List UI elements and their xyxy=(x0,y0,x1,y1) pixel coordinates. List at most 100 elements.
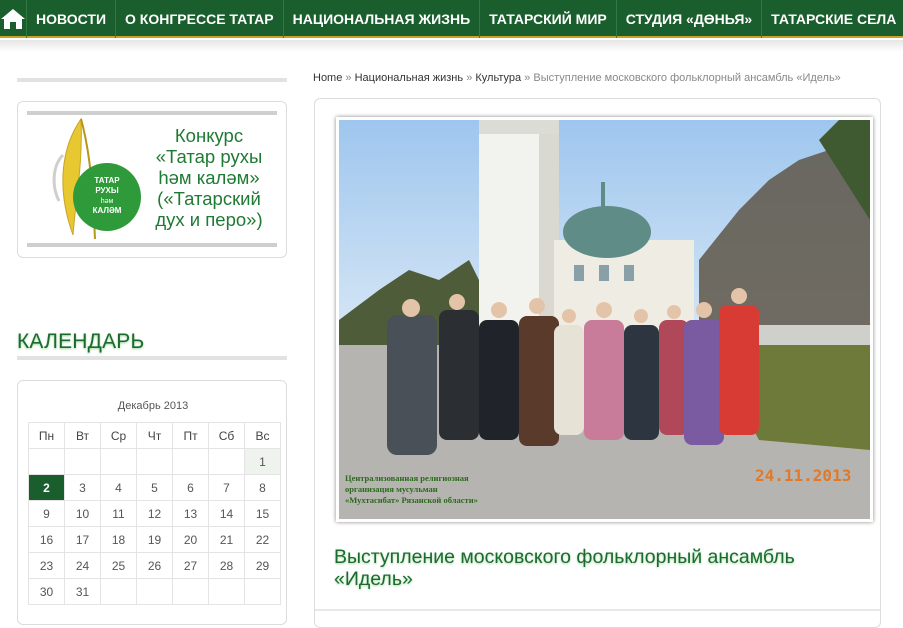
calendar-week-row: 2345678 xyxy=(28,474,281,501)
calendar-day[interactable]: 29 xyxy=(244,552,281,579)
nav-item-congress[interactable]: О КОНГРЕССЕ ТАТАР xyxy=(116,0,284,38)
calendar-day[interactable]: 31 xyxy=(64,578,101,605)
nav-item-news[interactable]: НОВОСТИ xyxy=(27,0,117,38)
svg-text:ТАТАР: ТАТАР xyxy=(94,176,120,185)
calendar-weekday: Вс xyxy=(244,422,281,449)
calendar-day[interactable]: 1 xyxy=(244,448,281,475)
nav-item-studio[interactable]: СТУДИЯ «ДӨНЬЯ» xyxy=(617,0,763,38)
breadcrumb-separator: » xyxy=(524,72,531,84)
home-icon xyxy=(1,9,25,29)
photo-caption-line: организация мусульман xyxy=(345,484,438,494)
contest-banner[interactable]: ТАТАР РУХЫ һәм КАЛӘМ Конкурс «Татар рухы… xyxy=(27,111,277,247)
breadcrumb-national-life[interactable]: Национальная жизнь xyxy=(355,72,464,84)
calendar-empty-cell xyxy=(100,578,137,605)
calendar-empty-cell xyxy=(208,578,245,605)
calendar-day[interactable]: 16 xyxy=(28,526,65,553)
svg-text:КАЛӘМ: КАЛӘМ xyxy=(93,206,122,215)
calendar-day[interactable]: 20 xyxy=(172,526,209,553)
calendar-weekday: Пт xyxy=(172,422,209,449)
photo-caption: Централизованная религиозная организация… xyxy=(345,473,478,506)
svg-text:РУХЫ: РУХЫ xyxy=(95,186,119,195)
calendar-day[interactable]: 2 xyxy=(28,474,65,501)
calendar-empty-cell xyxy=(28,448,65,475)
calendar-day[interactable]: 24 xyxy=(64,552,101,579)
calendar-day[interactable]: 23 xyxy=(28,552,65,579)
calendar-empty-cell xyxy=(136,578,173,605)
calendar-day[interactable]: 15 xyxy=(244,500,281,527)
calendar-weekday: Чт xyxy=(136,422,173,449)
calendar-empty-cell xyxy=(244,578,281,605)
calendar-day[interactable]: 6 xyxy=(172,474,209,501)
calendar-empty-cell xyxy=(64,448,101,475)
nav-item-villages[interactable]: ТАТАРСКИЕ СЕЛА xyxy=(762,0,903,38)
photo-scene xyxy=(339,120,870,519)
calendar-heading: КАЛЕНДАРЬ xyxy=(17,330,145,353)
calendar-weekday: Ср xyxy=(100,422,137,449)
contest-banner-box: ТАТАР РУХЫ һәм КАЛӘМ Конкурс «Татар рухы… xyxy=(17,101,287,258)
nav-shadow xyxy=(0,40,903,52)
sidebar-divider xyxy=(17,78,287,82)
article-divider xyxy=(315,609,880,611)
calendar-day[interactable]: 25 xyxy=(100,552,137,579)
calendar-day[interactable]: 11 xyxy=(100,500,137,527)
calendar-day[interactable]: 14 xyxy=(208,500,245,527)
nav-item-tatar-world[interactable]: ТАТАРСКИЙ МИР xyxy=(480,0,617,38)
calendar-empty-cell xyxy=(172,578,209,605)
article-photo[interactable]: Централизованная религиозная организация… xyxy=(336,117,873,522)
breadcrumb-culture[interactable]: Культура xyxy=(475,72,521,84)
calendar-day[interactable]: 4 xyxy=(100,474,137,501)
calendar-empty-cell xyxy=(208,448,245,475)
banner-line: «Татар рухы xyxy=(155,146,263,167)
photo-date-stamp: 24.11.2013 xyxy=(755,466,852,485)
calendar-week-row: 1 xyxy=(28,448,281,475)
calendar-month: Декабрь 2013 xyxy=(117,400,189,412)
calendar-day[interactable]: 5 xyxy=(136,474,173,501)
breadcrumb-home[interactable]: Home xyxy=(313,72,342,84)
photo-caption-line: «Мухтасибат» Рязанской области» xyxy=(345,495,478,505)
photo-caption-line: Централизованная религиозная xyxy=(345,473,469,483)
calendar-weekday: Вт xyxy=(64,422,101,449)
calendar-day[interactable]: 26 xyxy=(136,552,173,579)
calendar-week-row: 9 10 11 12 13 14 15 xyxy=(28,500,281,527)
breadcrumb: Home » Национальная жизнь » Культура » В… xyxy=(313,72,841,84)
calendar-day[interactable]: 28 xyxy=(208,552,245,579)
calendar-week-row: 16 17 18 19 20 21 22 xyxy=(28,526,281,553)
banner-line: һәм каләм» xyxy=(158,167,260,188)
banner-line: дух и перо») xyxy=(155,209,263,230)
calendar-empty-cell xyxy=(172,448,209,475)
main-nav: НОВОСТИ О КОНГРЕССЕ ТАТАР НАЦИОНАЛЬНАЯ Ж… xyxy=(0,0,903,38)
calendar-week-row: 30 31 xyxy=(28,578,281,605)
calendar-day[interactable]: 27 xyxy=(172,552,209,579)
calendar-weekday: Пн xyxy=(28,422,65,449)
calendar-day[interactable]: 13 xyxy=(172,500,209,527)
nav-item-national-life[interactable]: НАЦИОНАЛЬНАЯ ЖИЗНЬ xyxy=(284,0,481,38)
calendar-empty-cell xyxy=(100,448,137,475)
calendar-day[interactable]: 9 xyxy=(28,500,65,527)
article-box: Централизованная религиозная организация… xyxy=(314,98,881,628)
calendar-day[interactable]: 30 xyxy=(28,578,65,605)
svg-text:һәм: һәм xyxy=(101,197,114,205)
calendar-widget: Декабрь 2013 Пн Вт Ср Чт Пт Сб Вс 1 2 3 4 5 6 7 8 9 10 1… xyxy=(17,380,287,625)
calendar-empty-cell xyxy=(136,448,173,475)
calendar-day[interactable]: 12 xyxy=(136,500,173,527)
calendar-weekday: Сб xyxy=(208,422,245,449)
calendar-day[interactable]: 19 xyxy=(136,526,173,553)
calendar-day[interactable]: 3 xyxy=(64,474,101,501)
calendar-day[interactable]: 22 xyxy=(244,526,281,553)
article-title[interactable]: Выступление московского фольклорный анса… xyxy=(334,546,864,590)
calendar-day[interactable]: 17 xyxy=(64,526,101,553)
banner-line: Конкурс xyxy=(174,125,244,146)
calendar-divider xyxy=(17,356,287,360)
contest-banner-text: Конкурс «Татар рухы һәм каләм» («Татарск… xyxy=(139,125,279,230)
breadcrumb-separator: » xyxy=(466,72,473,84)
breadcrumb-separator: » xyxy=(345,72,352,84)
calendar-day[interactable]: 21 xyxy=(208,526,245,553)
calendar-week-row: 23 24 25 26 27 28 29 xyxy=(28,552,281,579)
calendar-day[interactable]: 18 xyxy=(100,526,137,553)
calendar-day[interactable]: 7 xyxy=(208,474,245,501)
calendar-day[interactable]: 10 xyxy=(64,500,101,527)
calendar-day[interactable]: 8 xyxy=(244,474,281,501)
calendar-table: Пн Вт Ср Чт Пт Сб Вс 1 2 3 4 5 6 7 8 9 10 11 12 13 14 15 16 17… xyxy=(28,422,281,605)
breadcrumb-current: Выступление московского фольклорный анса… xyxy=(533,72,841,84)
home-button[interactable] xyxy=(0,0,27,38)
